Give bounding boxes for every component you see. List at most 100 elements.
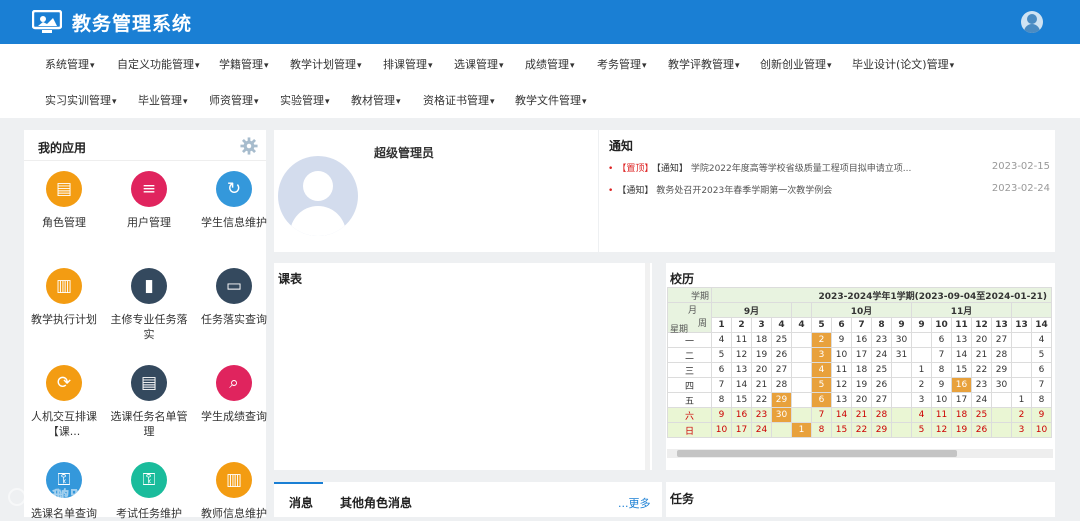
notice-item[interactable]: • 【通知】 教务处召开2023年春季学期第一次教学例会 2023-02-24 xyxy=(608,183,1052,201)
menu-thesis[interactable]: 毕业设计(论文)管理 xyxy=(852,56,954,72)
calendar-day-cell: 23 xyxy=(871,332,892,348)
menu-custom-function[interactable]: 自定义功能管理 xyxy=(117,56,200,72)
calendar-week-number: 2 xyxy=(731,317,752,333)
tab-other-role-messages[interactable]: 其他角色消息 xyxy=(340,494,412,511)
calendar-month: 11月 xyxy=(911,302,1012,318)
calendar-week-number: 14 xyxy=(1031,317,1052,333)
menu-internship[interactable]: 实习实训管理 xyxy=(45,92,117,108)
menu-teaching-evaluation[interactable]: 教学评教管理 xyxy=(668,56,740,72)
calendar-day-cell: 20 xyxy=(751,362,772,378)
calendar-day-cell: 17 xyxy=(951,392,972,408)
menu-lab[interactable]: 实验管理 xyxy=(280,92,330,108)
calendar-day-cell: 19 xyxy=(751,347,772,363)
my-apps-panel: 我的应用 ▤ 角色管理 ≡ 用户管理 ↻ 学生信息维护 ▥ 教学执行计划 ▮ 主修专业任务落实 ▭ 任… xyxy=(22,130,267,520)
calendar-day-cell: 4 xyxy=(1031,332,1052,348)
calendar-day-cell: 20 xyxy=(971,332,992,348)
calendar-day-cell: 27 xyxy=(991,332,1012,348)
calendar-day-cell: 14 xyxy=(731,377,752,393)
book-icon: ▥ xyxy=(216,462,252,498)
watermark-logo: 小鹅跨境 xyxy=(8,484,106,510)
calendar-weekday: 四 xyxy=(667,377,712,393)
calendar-day-cell: 23 xyxy=(751,407,772,423)
calendar-week-number: 9 xyxy=(891,317,912,333)
profile-panel: 超级管理员 xyxy=(274,130,598,252)
calendar-weekday: 六 xyxy=(667,407,712,423)
tasks-title: 任务 xyxy=(670,492,695,506)
menu-innovation[interactable]: 创新创业管理 xyxy=(760,56,832,72)
schedule-scrollbar[interactable] xyxy=(645,263,650,470)
calendar-day-cell xyxy=(891,422,912,438)
calendar-day-cell: 9 xyxy=(931,377,952,393)
calendar-day-cell: 28 xyxy=(871,407,892,423)
menu-student-status[interactable]: 学籍管理 xyxy=(219,56,269,72)
calendar-day-cell: 16 xyxy=(731,407,752,423)
menu-textbook[interactable]: 教材管理 xyxy=(351,92,401,108)
menu-certificate[interactable]: 资格证书管理 xyxy=(423,92,495,108)
calendar-day-cell: 6 xyxy=(711,362,732,378)
calendar-month: 9月 xyxy=(711,302,792,318)
calendar-week-number: 7 xyxy=(851,317,872,333)
calendar-day-cell: 18 xyxy=(751,332,772,348)
app-tile[interactable]: ▤ 选课任务名单管理 xyxy=(107,365,191,439)
calendar-day-cell: 21 xyxy=(751,377,772,393)
calendar-day-cell xyxy=(891,392,912,408)
app-tile[interactable]: ▤ 角色管理 xyxy=(22,171,106,230)
menu-course-selection[interactable]: 选课管理 xyxy=(454,56,504,72)
calendar-day-cell: 4 xyxy=(911,407,932,423)
gear-icon[interactable] xyxy=(240,137,258,155)
app-tile[interactable]: ▭ 任务落实查询 xyxy=(192,268,276,327)
calendar-day-cell: 2 xyxy=(911,377,932,393)
menu-teaching-plan[interactable]: 教学计划管理 xyxy=(290,56,362,72)
calendar-day-cell xyxy=(991,422,1012,438)
notice-item[interactable]: • 【置顶】 【通知】 学院2022年度高等学校省级质量工程项目拟申请立项... 20… xyxy=(608,161,1052,179)
calendar-day-cell: 26 xyxy=(871,377,892,393)
menu-scheduling[interactable]: 排课管理 xyxy=(383,56,433,72)
calendar-day-cell xyxy=(1011,332,1032,348)
app-tile[interactable]: ≡ 用户管理 xyxy=(107,171,191,230)
calendar-day-cell: 6 xyxy=(811,392,832,408)
more-link[interactable]: ...更多 xyxy=(618,495,651,511)
calendar-day-cell xyxy=(891,377,912,393)
app-tile[interactable]: ↻ 学生信息维护 xyxy=(192,171,276,230)
search-doc-icon: ⌕ xyxy=(216,365,252,401)
calendar-day-cell: 30 xyxy=(991,377,1012,393)
app-label: 角色管理 xyxy=(42,216,86,229)
app-tile[interactable]: ▥ 教学执行计划 xyxy=(22,268,106,327)
bookmark-icon: ▮ xyxy=(131,268,167,304)
app-tile[interactable]: ▥ 教师信息维护 xyxy=(192,462,276,521)
calendar-week-number: 9 xyxy=(911,317,932,333)
calendar-day-cell: 12 xyxy=(831,377,852,393)
app-label: 学生信息维护 xyxy=(201,216,267,229)
calendar-day-cell: 25 xyxy=(971,407,992,423)
calendar-day-cell: 1 xyxy=(1011,392,1032,408)
app-tile[interactable]: ⟳ 人机交互排课【课... xyxy=(22,365,106,439)
menu-teaching-docs[interactable]: 教学文件管理 xyxy=(515,92,587,108)
calendar-day-cell: 19 xyxy=(951,422,972,438)
menu-graduation[interactable]: 毕业管理 xyxy=(138,92,188,108)
corner-month: 月 xyxy=(688,306,698,316)
calendar-day-cell xyxy=(791,392,812,408)
app-tile[interactable]: ⚿ 考试任务维护 xyxy=(107,462,191,521)
calendar-day-cell: 5 xyxy=(1031,347,1052,363)
menu-grades[interactable]: 成绩管理 xyxy=(525,56,575,72)
calendar-scrollbar[interactable] xyxy=(667,449,1053,458)
calendar-day-cell: 1 xyxy=(791,422,812,438)
app-label: 考试任务维护 xyxy=(116,507,182,520)
calendar-week-number: 12 xyxy=(971,317,992,333)
user-avatar[interactable] xyxy=(1021,11,1043,33)
calendar-week-number: 1 xyxy=(711,317,732,333)
menu-exams[interactable]: 考务管理 xyxy=(597,56,647,72)
calendar-day-cell: 10 xyxy=(831,347,852,363)
calendar-day-cell: 13 xyxy=(951,332,972,348)
app-tile[interactable]: ▮ 主修专业任务落实 xyxy=(107,268,191,342)
menu-faculty[interactable]: 师资管理 xyxy=(209,92,259,108)
calendar-day-cell: 7 xyxy=(711,377,732,393)
calendar-day-cell: 29 xyxy=(991,362,1012,378)
tab-messages[interactable]: 消息 xyxy=(289,494,313,511)
pinned-badge: 【置顶】 xyxy=(617,164,654,174)
calendar-day-cell: 10 xyxy=(931,392,952,408)
menu-system[interactable]: 系统管理 xyxy=(45,56,95,72)
calendar-day-cell: 24 xyxy=(751,422,772,438)
calendar-day-cell: 3 xyxy=(911,392,932,408)
app-tile[interactable]: ⌕ 学生成绩查询 xyxy=(192,365,276,424)
